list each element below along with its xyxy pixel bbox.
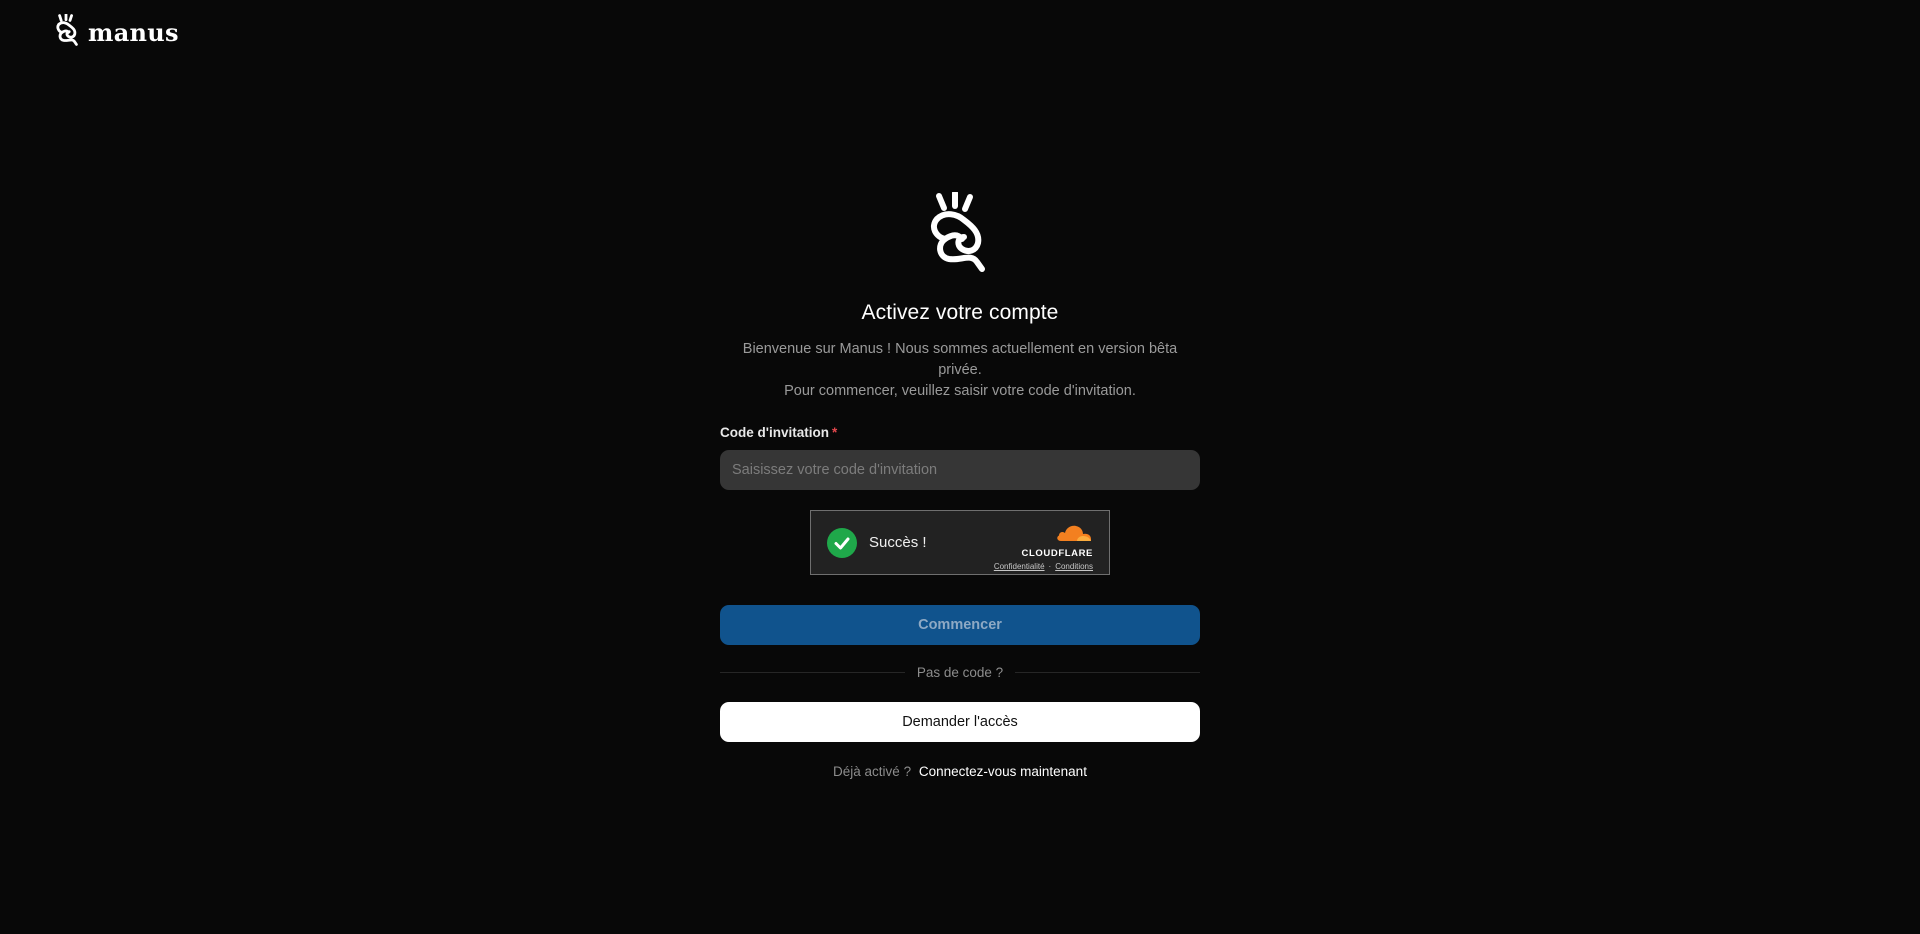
- cloudflare-branding: CLOUDFLARE Confidentialité · Conditions: [994, 523, 1093, 571]
- divider-line-left: [720, 672, 905, 673]
- terms-link[interactable]: Conditions: [1055, 562, 1093, 571]
- captcha-status: Succès !: [869, 534, 927, 551]
- already-active-text: Déjà activé ?: [833, 764, 912, 779]
- privacy-link[interactable]: Confidentialité: [994, 562, 1045, 571]
- start-button[interactable]: Commencer: [720, 605, 1200, 645]
- activation-form: Activez votre compte Bienvenue sur Manus…: [720, 190, 1201, 779]
- required-marker: *: [831, 425, 838, 440]
- check-icon: [827, 527, 857, 558]
- divider-text: Pas de code ?: [916, 665, 1004, 680]
- request-access-button[interactable]: Demander l'accès: [720, 702, 1200, 742]
- page-subtitle: Bienvenue sur Manus ! Nous sommes actuel…: [720, 339, 1200, 402]
- brand-header[interactable]: manus: [54, 12, 179, 51]
- page-title: Activez votre compte: [861, 301, 1059, 324]
- invite-code-input[interactable]: [720, 450, 1200, 490]
- captcha-links: Confidentialité · Conditions: [994, 562, 1093, 571]
- activation-page: manus Activez votre compte Bienvenue sur…: [0, 0, 1920, 934]
- link-separator: ·: [1048, 562, 1052, 571]
- captcha-widget[interactable]: Succès ! CLOUDFLARE Confidentialité · Cond…: [810, 510, 1110, 575]
- cloudflare-wordmark: CLOUDFLARE: [1021, 548, 1093, 559]
- subtitle-line-1: Bienvenue sur Manus ! Nous sommes actuel…: [742, 341, 1178, 378]
- divider-line-right: [1015, 672, 1201, 673]
- invite-code-label: Code d'invitation *: [720, 425, 837, 440]
- manus-hand-icon: [927, 190, 993, 277]
- manus-logo-icon: [54, 12, 82, 51]
- login-link[interactable]: Connectez-vous maintenant: [919, 764, 1087, 779]
- subtitle-line-2: Pour commencer, veuillez saisir votre co…: [784, 383, 1136, 399]
- brand-name: manus: [88, 18, 179, 47]
- cloudflare-cloud-icon: [1055, 523, 1093, 548]
- invite-code-label-text: Code d'invitation: [720, 425, 829, 440]
- login-prompt: Déjà activé ? Connectez-vous maintenant: [833, 764, 1087, 779]
- no-code-divider: Pas de code ?: [720, 665, 1201, 680]
